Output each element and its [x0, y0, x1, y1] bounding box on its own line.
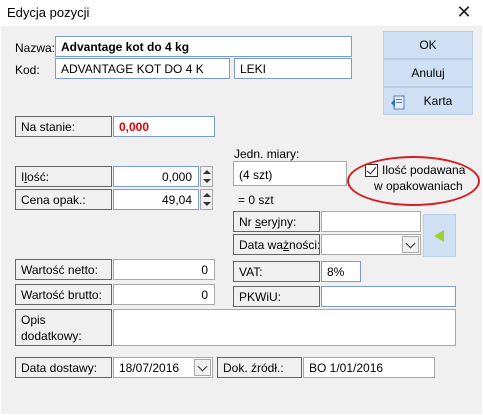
serial-input[interactable]	[321, 211, 421, 232]
group-input[interactable]: LEKI	[234, 58, 352, 79]
quantity-input[interactable]: 0,000	[113, 166, 199, 187]
source-doc-input[interactable]: BO 1/01/2016	[303, 357, 435, 378]
stock-label: Na stanie:	[15, 116, 112, 137]
name-input[interactable]: Advantage kot do 4 kg	[55, 36, 352, 57]
source-doc-label: Dok. źródł.:	[217, 357, 302, 378]
dialog-body: Nazwa: Advantage kot do 4 kg Kod: ADVANT…	[1, 26, 482, 414]
close-icon[interactable]: ✕	[453, 2, 475, 22]
title-bar: Edycja pozycji ✕	[0, 0, 483, 26]
chevron-down-icon[interactable]	[402, 236, 419, 253]
vat-input[interactable]: 8%	[321, 261, 361, 282]
unit-equivalent: = 0 szt	[238, 193, 274, 207]
quantity-label-rest: ość:	[27, 170, 50, 184]
name-label: Nazwa:	[15, 41, 56, 55]
delivery-date-select[interactable]: 18/07/2016	[113, 357, 213, 378]
pack-price-label: Cena opak.:	[15, 189, 112, 210]
quantity-label: Ilość:	[15, 166, 112, 187]
pkwiu-label: PKWiU:	[233, 286, 320, 307]
serial-label: Nr seryjny:	[233, 211, 320, 232]
pack-price-stepper[interactable]	[200, 189, 213, 210]
card-button-label: Karta	[423, 94, 453, 108]
expiry-label: Data ważności:	[233, 234, 320, 255]
expiry-label-rest: ności:	[289, 238, 320, 252]
extra-desc-label-2: dodatkowy:	[21, 329, 82, 343]
spin-down-icon[interactable]	[203, 179, 211, 183]
net-value-label: Wartość netto:	[15, 259, 112, 280]
card-icon	[390, 94, 406, 120]
expiry-select[interactable]	[321, 234, 421, 255]
arrow-left-icon	[434, 230, 444, 242]
delivery-date-label: Data dostawy:	[15, 357, 112, 378]
pkwiu-input[interactable]	[321, 286, 456, 307]
ok-button[interactable]: OK	[383, 31, 473, 59]
gross-value-label: Wartość brutto:	[15, 284, 112, 305]
window-title: Edycja pozycji	[7, 5, 90, 20]
chevron-down-icon[interactable]	[194, 359, 211, 376]
pack-price-input[interactable]: 49,04	[113, 189, 199, 210]
net-value: 0	[113, 259, 215, 280]
delivery-date-value: 18/07/2016	[119, 361, 180, 375]
extra-desc-input[interactable]	[113, 309, 456, 346]
quantity-stepper[interactable]	[200, 166, 213, 187]
spin-up-icon[interactable]	[203, 170, 211, 174]
expiry-label-part: Data wa	[239, 238, 284, 252]
apply-arrow-button[interactable]	[423, 214, 456, 257]
code-input[interactable]: ADVANTAGE KOT DO 4 K	[55, 58, 230, 79]
unit-label: Jedn. miary:	[234, 147, 300, 161]
extra-desc-label: Opis dodatkowy:	[15, 309, 112, 346]
spin-down-icon[interactable]	[203, 202, 211, 206]
cancel-button[interactable]: Anuluj	[383, 59, 473, 87]
vat-label: VAT:	[233, 261, 320, 282]
highlight-ellipse	[347, 156, 480, 206]
gross-value: 0	[113, 284, 215, 305]
card-button[interactable]: Karta	[383, 87, 473, 115]
serial-label-part: Nr	[239, 215, 255, 229]
extra-desc-label-1: Opis	[21, 313, 46, 327]
unit-select[interactable]: (4 szt)	[233, 161, 347, 186]
spin-up-icon[interactable]	[203, 193, 211, 197]
serial-label-rest: eryjny:	[261, 215, 297, 229]
stock-value: 0,000	[113, 116, 215, 137]
code-label: Kod:	[15, 63, 40, 77]
